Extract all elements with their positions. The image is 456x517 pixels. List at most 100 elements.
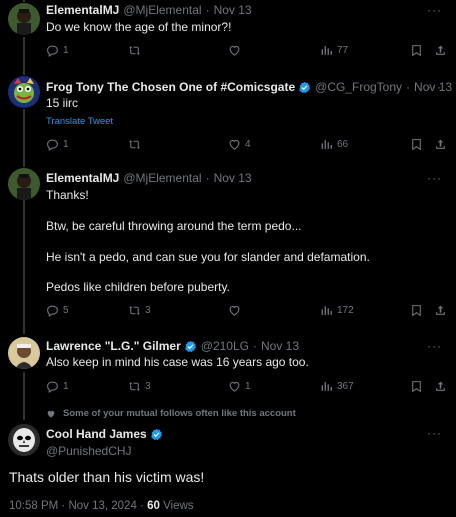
- like-button[interactable]: 4: [228, 138, 251, 151]
- user-handle[interactable]: @CG_FrogTony: [315, 80, 402, 95]
- reply-button[interactable]: 5: [46, 304, 69, 317]
- reply-button[interactable]: 1: [46, 380, 69, 393]
- separator-dot: ·: [205, 171, 210, 185]
- bookmark-button[interactable]: [410, 380, 423, 393]
- reply-count: 1: [63, 381, 69, 392]
- more-options-icon[interactable]: ···: [427, 339, 442, 353]
- tweet-text: Do we know the age of the minor?!: [46, 20, 232, 34]
- heart-icon: [229, 139, 240, 150]
- user-handle[interactable]: @MjElemental: [123, 171, 201, 186]
- reply-icon: [47, 139, 58, 151]
- avatar[interactable]: [8, 424, 40, 456]
- view-count: 60: [147, 500, 160, 512]
- tweet-timestamp-row: 10:58 PM · Nov 13, 2024 · 60 Views: [9, 500, 194, 512]
- display-name[interactable]: ElementalMJ: [46, 171, 119, 186]
- tweet-date[interactable]: Nov 13: [214, 3, 252, 18]
- share-button[interactable]: [434, 380, 447, 393]
- bookmark-icon: [412, 305, 421, 317]
- reply-tweet[interactable]: ElementalMJ @MjElemental · Nov 13 ··· Th…: [0, 166, 456, 326]
- user-handle[interactable]: @MjElemental: [123, 3, 201, 18]
- share-button[interactable]: [434, 44, 447, 57]
- separator-dot: ·: [252, 339, 257, 353]
- bookmark-button[interactable]: [410, 304, 423, 317]
- share-button[interactable]: [434, 138, 447, 151]
- avatar[interactable]: [8, 168, 40, 200]
- share-button[interactable]: [434, 304, 447, 317]
- main-name-row: Cool Hand James: [46, 427, 163, 441]
- tweet-text-line: Btw, be careful throwing around the term…: [46, 219, 302, 233]
- retweet-button[interactable]: [128, 138, 145, 151]
- display-name[interactable]: Frog Tony The Chosen One of #Comicsgate: [46, 80, 295, 95]
- retweet-icon: [129, 382, 140, 391]
- retweet-button[interactable]: 3: [128, 380, 151, 393]
- share-icon: [436, 139, 445, 149]
- avatar[interactable]: [8, 76, 40, 108]
- social-context: Some of your mutual follows often like t…: [46, 408, 296, 419]
- tweet-header: Frog Tony The Chosen One of #Comicsgate …: [46, 80, 452, 95]
- views-label: Views: [159, 500, 194, 512]
- action-bar: 1 3 1 367: [46, 380, 450, 398]
- retweet-button[interactable]: 3: [128, 304, 151, 317]
- retweet-count: 3: [145, 305, 151, 316]
- heart-filled-icon: [47, 410, 55, 418]
- verified-badge-icon: [150, 428, 163, 441]
- separator-dot: ·: [406, 80, 411, 94]
- more-options-icon[interactable]: ···: [427, 3, 442, 17]
- analytics-icon: [321, 306, 332, 315]
- reply-tweet[interactable]: Lawrence "L.G." Gilmer @210LG · Nov 13 ·…: [0, 335, 456, 401]
- tweet-text-line: Pedos like children before puberty.: [46, 280, 230, 294]
- display-name[interactable]: Cool Hand James: [46, 427, 147, 441]
- analytics-icon: [321, 140, 332, 149]
- like-button[interactable]: 1: [228, 380, 251, 393]
- reply-tweet[interactable]: Frog Tony The Chosen One of #Comicsgate …: [0, 74, 456, 164]
- reply-tweet[interactable]: ElementalMJ @MjElemental · Nov 13 ··· Do…: [0, 0, 456, 70]
- reply-icon: [47, 45, 58, 57]
- views-button[interactable]: 77: [320, 44, 348, 57]
- reply-button[interactable]: 1: [46, 138, 69, 151]
- verified-badge-icon: [184, 340, 197, 353]
- view-count: 77: [337, 45, 349, 56]
- avatar[interactable]: [8, 3, 40, 35]
- retweet-icon: [129, 140, 140, 149]
- display-name[interactable]: ElementalMJ: [46, 3, 119, 18]
- reply-count: 5: [63, 305, 69, 316]
- user-handle[interactable]: @210LG: [201, 339, 249, 354]
- translate-link[interactable]: Translate Tweet: [46, 116, 113, 127]
- tweet-text: Also keep in mind his case was 16 years …: [46, 355, 309, 369]
- tweet-date[interactable]: Nov 13: [261, 339, 299, 354]
- analytics-icon: [321, 382, 332, 391]
- reply-button[interactable]: 1: [46, 44, 69, 57]
- tweet-header: Lawrence "L.G." Gilmer @210LG · Nov 13: [46, 339, 299, 354]
- tweet-date[interactable]: Nov 13: [214, 171, 252, 186]
- tweet-header: ElementalMJ @MjElemental · Nov 13: [46, 3, 252, 18]
- bookmark-button[interactable]: [410, 138, 423, 151]
- share-icon: [436, 305, 445, 315]
- user-handle[interactable]: @PunishedCHJ: [46, 444, 132, 458]
- more-options-icon[interactable]: ···: [427, 80, 442, 94]
- avatar[interactable]: [8, 337, 40, 369]
- reply-icon: [47, 305, 58, 317]
- retweet-button[interactable]: [128, 44, 145, 57]
- action-bar: 1 4 66: [46, 138, 450, 156]
- views-button[interactable]: 66: [320, 138, 348, 151]
- share-icon: [436, 381, 445, 391]
- main-tweet[interactable]: Some of your mutual follows often like t…: [0, 404, 456, 517]
- retweet-icon: [129, 306, 140, 315]
- view-count: 367: [337, 381, 354, 392]
- like-count: 4: [245, 139, 251, 150]
- more-options-icon[interactable]: ···: [427, 171, 442, 185]
- reply-icon: [47, 381, 58, 393]
- bookmark-button[interactable]: [410, 44, 423, 57]
- action-bar: 5 3 172: [46, 304, 450, 322]
- like-button[interactable]: [228, 304, 245, 317]
- more-options-icon[interactable]: ···: [427, 426, 442, 440]
- display-name[interactable]: Lawrence "L.G." Gilmer: [46, 339, 181, 354]
- views-button[interactable]: 367: [320, 380, 354, 393]
- tweet-header: ElementalMJ @MjElemental · Nov 13: [46, 171, 252, 186]
- tweet-text: 15 iirc: [46, 96, 79, 110]
- views-button[interactable]: 172: [320, 304, 354, 317]
- like-count: 1: [245, 381, 251, 392]
- tweet-timestamp[interactable]: 10:58 PM · Nov 13, 2024 ·: [9, 500, 147, 512]
- retweet-count: 3: [145, 381, 151, 392]
- like-button[interactable]: [228, 44, 245, 57]
